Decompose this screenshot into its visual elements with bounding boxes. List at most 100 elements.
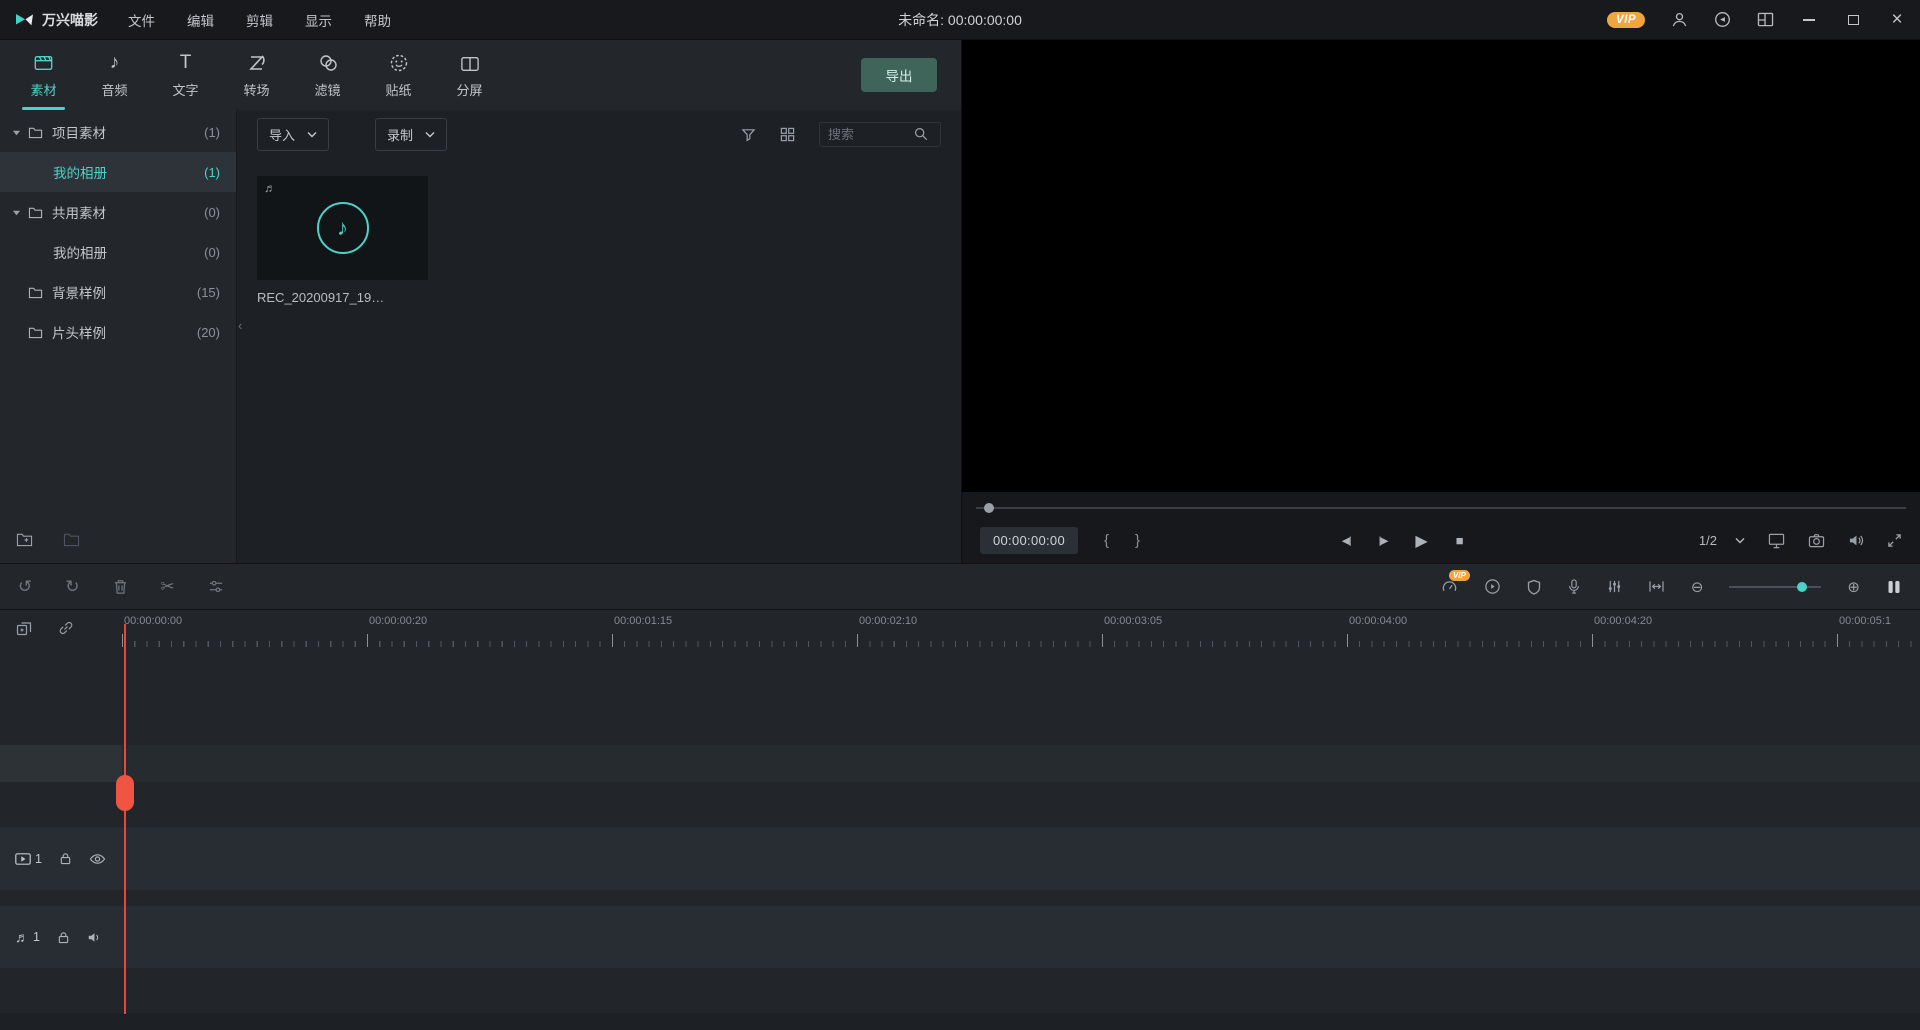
sidebar-item-my-album-shared[interactable]: 我的相册 (0): [0, 232, 236, 272]
ruler-label: 00:00:00:20: [369, 615, 427, 627]
export-button[interactable]: 导出: [861, 58, 937, 92]
delete-folder-button[interactable]: [63, 532, 80, 547]
preview-seekbar[interactable]: [976, 502, 1906, 514]
track-height-icon[interactable]: [1886, 579, 1902, 595]
new-folder-button[interactable]: [16, 532, 33, 547]
tab-transition[interactable]: 转场: [221, 40, 292, 110]
media-thumbnail[interactable]: ♬ ♪: [257, 176, 428, 280]
ruler-label: 00:00:01:15: [614, 615, 672, 627]
sidebar-item-my-album[interactable]: 我的相册 (1): [0, 152, 236, 192]
marker-shield-icon[interactable]: [1527, 579, 1541, 595]
mark-out-button[interactable]: }: [1135, 532, 1140, 549]
audio-mixer-icon[interactable]: [1607, 579, 1622, 594]
record-dropdown[interactable]: 录制: [375, 118, 447, 151]
menu-file[interactable]: 文件: [128, 10, 155, 30]
tab-sticker[interactable]: 贴纸: [363, 40, 434, 110]
item-count: (15): [197, 285, 220, 300]
titlebar: 万兴喵影 文件 编辑 剪辑 显示 帮助 未命名: 00:00:00:00 VIP…: [0, 0, 1920, 40]
zoom-slider-handle[interactable]: [1797, 582, 1807, 592]
sidebar-item-label: 共用素材: [52, 202, 106, 222]
collapse-sidebar-icon[interactable]: ‹: [238, 318, 242, 333]
tab-media[interactable]: 素材: [8, 40, 79, 110]
user-account-icon[interactable]: [1671, 11, 1688, 28]
preview-quality-dropdown[interactable]: 1/2: [1699, 533, 1745, 548]
audio-track[interactable]: ♬ 1: [0, 906, 1920, 968]
edit-tools-left: ↺ ↻ ✂: [18, 577, 224, 597]
import-dropdown[interactable]: 导入: [257, 118, 329, 151]
tab-audio[interactable]: ♪ 音频: [79, 40, 150, 110]
play-button[interactable]: ▶: [1415, 531, 1427, 551]
ripple-edit-icon[interactable]: [1648, 580, 1665, 593]
menu-clip[interactable]: 剪辑: [246, 10, 273, 30]
menu-bar: 文件 编辑 剪辑 显示 帮助: [128, 10, 391, 30]
media-item[interactable]: ♬ ♪ REC_20200917_19…: [257, 176, 428, 305]
redo-button[interactable]: ↻: [65, 577, 79, 597]
import-label: 导入: [269, 125, 295, 144]
item-count: (1): [204, 165, 220, 180]
fullscreen-icon[interactable]: [1887, 533, 1902, 548]
project-title: 未命名: 00:00:00:00: [898, 10, 1022, 30]
link-clips-icon[interactable]: [58, 620, 74, 636]
video-track[interactable]: 1: [0, 827, 1920, 890]
media-browser: ‹ 导入 录制: [236, 110, 961, 563]
menu-help[interactable]: 帮助: [364, 10, 391, 30]
seekbar-track[interactable]: [976, 507, 1906, 509]
sidebar-item-background-samples[interactable]: 背景样例 (15): [0, 272, 236, 312]
zoom-out-button[interactable]: ⊖: [1691, 578, 1704, 596]
play-render-button[interactable]: [1484, 578, 1501, 595]
ruler-label: 00:00:03:05: [1104, 615, 1162, 627]
tab-label: 转场: [243, 80, 269, 99]
crop-adjust-button[interactable]: [208, 579, 224, 594]
media-toolbar: 导入 录制: [237, 110, 961, 158]
workspace-layout-icon[interactable]: [1757, 12, 1774, 27]
feedback-icon[interactable]: [1714, 11, 1731, 28]
tab-filter[interactable]: 滤镜: [292, 40, 363, 110]
timeline-ruler[interactable]: 00:00:00:00 00:00:00:20 00:00:01:15 00:0…: [122, 610, 1920, 650]
caret-down-icon[interactable]: [12, 128, 28, 137]
lock-track-icon[interactable]: [59, 852, 72, 865]
next-frame-button[interactable]: |▶: [1379, 535, 1388, 547]
sidebar-item-project-media[interactable]: 项目素材 (1): [0, 112, 236, 152]
stop-button[interactable]: ■: [1456, 533, 1464, 548]
volume-icon[interactable]: [1848, 533, 1864, 548]
seekbar-handle[interactable]: [984, 503, 994, 513]
previous-frame-button[interactable]: ◀|: [1342, 535, 1351, 547]
tab-splitscreen[interactable]: 分屏: [434, 40, 505, 110]
audio-file-icon: ♬: [264, 181, 276, 195]
item-count: (0): [204, 245, 220, 260]
app-logo-icon: [14, 10, 34, 30]
folder-icon: [28, 126, 52, 139]
filter-icon[interactable]: [741, 127, 756, 142]
menu-view[interactable]: 显示: [305, 10, 332, 30]
manage-tracks-icon[interactable]: [16, 620, 32, 636]
snapshot-camera-icon[interactable]: [1808, 533, 1825, 548]
sidebar-item-shared-media[interactable]: 共用素材 (0): [0, 192, 236, 232]
tab-text[interactable]: T 文字: [150, 40, 221, 110]
close-button[interactable]: ×: [1888, 11, 1906, 29]
mute-track-icon[interactable]: [87, 931, 101, 944]
toggle-visibility-icon[interactable]: [89, 852, 106, 866]
playhead-cut-handle[interactable]: [116, 775, 134, 811]
sidebar-item-intro-samples[interactable]: 片头样例 (20): [0, 312, 236, 352]
timeline-zoom-slider[interactable]: [1729, 586, 1821, 588]
search-input[interactable]: [828, 127, 908, 142]
display-device-icon[interactable]: [1768, 533, 1785, 549]
app-window: 万兴喵影 文件 编辑 剪辑 显示 帮助 未命名: 00:00:00:00 VIP…: [0, 0, 1920, 1030]
zoom-in-button[interactable]: ⊕: [1847, 578, 1860, 596]
library-section: 素材 ♪ 音频 T 文字 转场 滤镜: [0, 40, 961, 563]
grid-view-icon[interactable]: [780, 127, 795, 142]
render-preview-button[interactable]: VIP: [1441, 578, 1458, 595]
undo-button[interactable]: ↺: [18, 577, 32, 597]
caret-down-icon[interactable]: [12, 208, 28, 217]
record-voiceover-icon[interactable]: [1567, 578, 1581, 595]
maximize-button[interactable]: [1844, 11, 1862, 29]
vip-badge[interactable]: VIP: [1607, 12, 1645, 28]
search-field[interactable]: [819, 122, 941, 147]
menu-edit[interactable]: 编辑: [187, 10, 214, 30]
delete-button[interactable]: [113, 579, 128, 595]
minimize-button[interactable]: [1800, 11, 1818, 29]
split-scissors-button[interactable]: ✂: [161, 577, 175, 597]
timeline-playhead[interactable]: [124, 624, 126, 1014]
lock-track-icon[interactable]: [57, 931, 70, 944]
mark-in-button[interactable]: {: [1104, 532, 1109, 549]
